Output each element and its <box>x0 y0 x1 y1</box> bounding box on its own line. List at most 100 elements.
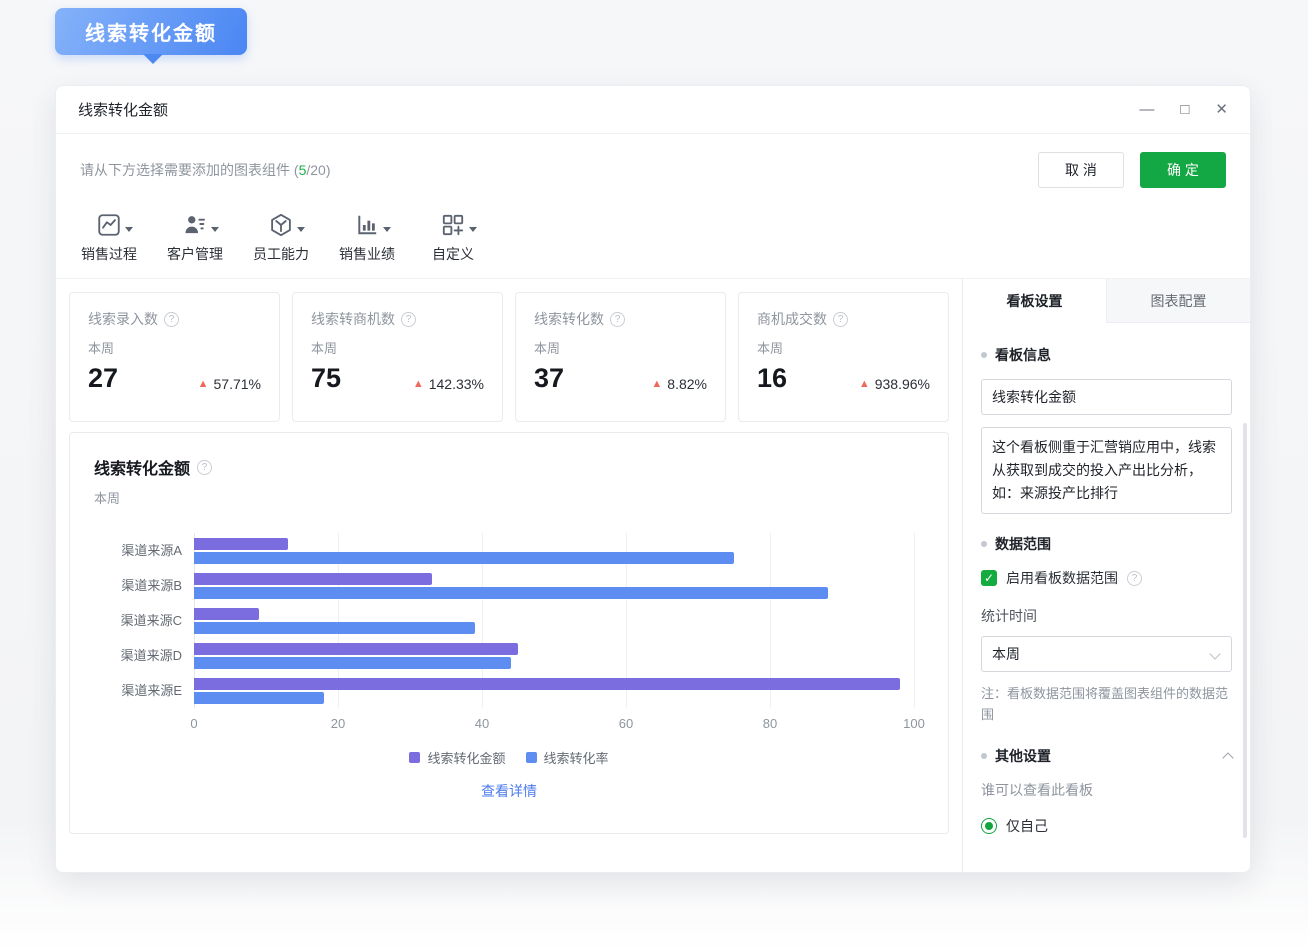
conversion-amount-chart-card[interactable]: 线索转化金额 ? 本周 渠道来源A渠道来源B渠道来源C渠道来源D渠道来源E 02… <box>69 432 949 834</box>
maximize-icon[interactable]: □ <box>1180 102 1189 117</box>
checkbox-checked-icon[interactable]: ✓ <box>981 570 997 586</box>
x-axis-tick-label: 0 <box>190 716 197 731</box>
stat-card-leads-converted[interactable]: 线索转化数? 本周 37 ▲8.82% <box>515 292 726 422</box>
section-title: 其他设置 <box>995 746 1051 766</box>
x-axis-tick-label: 80 <box>763 716 777 731</box>
increase-triangle-icon: ▲ <box>859 378 870 390</box>
chart-category-label: 渠道来源D <box>94 638 194 673</box>
enable-data-range-checkbox[interactable]: ✓ 启用看板数据范围 ? <box>981 568 1232 588</box>
hint-text: 请从下方选择需要添加的图表组件 <box>80 162 290 178</box>
chevron-down-icon <box>297 227 305 236</box>
bar-线索转化金额 <box>194 608 259 620</box>
tab-board-settings[interactable]: 看板设置 <box>963 279 1106 323</box>
stat-card-title: 商机成交数 <box>757 309 827 329</box>
stat-card-period: 本周 <box>757 338 930 357</box>
count-total: /20) <box>306 162 330 178</box>
panel-scrollbar[interactable] <box>1243 423 1247 838</box>
board-description-textarea[interactable]: 这个看板侧重于汇营销应用中，线索从获取到成交的投入产出比分析，如：来源投产比排行 <box>981 427 1232 514</box>
bar-线索转化率 <box>194 657 511 669</box>
chart-category-label: 渠道来源B <box>94 568 194 603</box>
toolbar-item-sales-process[interactable]: 销售过程 <box>80 206 138 264</box>
stat-card-title: 线索转商机数 <box>311 309 395 329</box>
dialog-title: 线索转化金额 <box>78 99 168 120</box>
stat-card-leads-entered[interactable]: 线索录入数? 本周 27 ▲ 57.71% <box>69 292 280 422</box>
help-icon[interactable]: ? <box>401 312 416 327</box>
stat-time-select[interactable]: 本周 <box>981 636 1232 672</box>
toolbar-item-sales-performance[interactable]: 销售业绩 <box>338 206 396 264</box>
visibility-radio-only-me[interactable]: 仅自己 <box>981 816 1232 836</box>
stat-card-delta: 142.33% <box>429 376 484 392</box>
stat-card-delta: 57.71% <box>214 376 261 392</box>
settings-panel-tabs: 看板设置 图表配置 <box>963 279 1250 323</box>
toolbar-item-custom[interactable]: 自定义 <box>424 206 482 264</box>
bar-线索转化金额 <box>194 538 288 550</box>
close-icon[interactable]: ✕ <box>1215 102 1228 117</box>
stat-card-title: 线索转化数 <box>534 309 604 329</box>
chart-component-toolbar: 销售过程 客户管理 <box>56 198 1250 279</box>
legend-item[interactable]: 线索转化金额 <box>409 748 505 767</box>
x-axis-tick-label: 20 <box>331 716 345 731</box>
help-icon[interactable]: ? <box>197 460 212 475</box>
help-icon[interactable]: ? <box>1127 571 1142 586</box>
toolbar-item-label: 客户管理 <box>167 244 223 264</box>
help-icon[interactable]: ? <box>164 312 179 327</box>
toolbar-item-customer-mgmt[interactable]: 客户管理 <box>166 206 224 264</box>
stat-card-value: 27 <box>88 363 118 394</box>
stat-card-title: 线索录入数 <box>88 309 158 329</box>
view-details-link[interactable]: 查看详情 <box>94 781 924 801</box>
section-title: 看板信息 <box>995 345 1051 365</box>
bar-线索转化金额 <box>194 678 900 690</box>
stat-card-period: 本周 <box>311 338 484 357</box>
stat-cards-row: 线索录入数? 本周 27 ▲57.71% 线索转商机数? 本周 75 ▲142.… <box>69 292 949 422</box>
minimize-icon[interactable]: — <box>1139 102 1154 117</box>
bar-线索转化金额 <box>194 573 432 585</box>
cancel-button[interactable]: 取 消 <box>1038 152 1124 188</box>
customer-icon <box>182 206 208 238</box>
stat-card-leads-to-opportunity[interactable]: 线索转商机数? 本周 75 ▲142.33% <box>292 292 503 422</box>
board-settings-dialog: 线索转化金额 — □ ✕ 请从下方选择需要添加的图表组件 (5/20) 取 消 … <box>55 85 1251 873</box>
legend-item[interactable]: 线索转化率 <box>526 748 609 767</box>
board-name-input[interactable]: 线索转化金额 <box>981 379 1232 415</box>
x-axis-tick-label: 100 <box>903 716 925 731</box>
chart-plot-area <box>194 533 914 708</box>
radio-selected-icon[interactable] <box>981 818 997 834</box>
chevron-up-icon[interactable] <box>1222 752 1233 763</box>
stat-card-deals-won[interactable]: 商机成交数? 本周 16 ▲938.96% <box>738 292 949 422</box>
window-controls: — □ ✕ <box>1139 102 1228 117</box>
toolbar-item-staff-ability[interactable]: 员工能力 <box>252 206 310 264</box>
bullet-icon <box>981 352 987 358</box>
legend-label: 线索转化金额 <box>427 748 505 767</box>
tab-chart-config[interactable]: 图表配置 <box>1106 279 1250 323</box>
data-range-note: 注：看板数据范围将覆盖图表组件的数据范围 <box>981 684 1232 726</box>
custom-widget-icon <box>440 206 466 238</box>
chevron-down-icon <box>211 227 219 236</box>
bullet-icon <box>981 541 987 547</box>
bar-chart-icon <box>354 206 380 238</box>
board-name-tag: 线索转化金额 <box>55 8 247 55</box>
bar-chart: 渠道来源A渠道来源B渠道来源C渠道来源D渠道来源E <box>94 533 924 708</box>
dialog-header-row: 请从下方选择需要添加的图表组件 (5/20) 取 消 确 定 <box>56 134 1250 198</box>
confirm-button[interactable]: 确 定 <box>1140 152 1226 188</box>
bar-group <box>194 638 914 673</box>
help-icon[interactable]: ? <box>610 312 625 327</box>
radio-label: 仅自己 <box>1006 816 1048 836</box>
toolbar-item-label: 自定义 <box>432 244 474 264</box>
settings-panel: 看板设置 图表配置 看板信息 线索转化金额 这个看板侧重于汇营销应用中，线索从获… <box>962 279 1250 872</box>
bullet-icon <box>981 753 987 759</box>
increase-triangle-icon: ▲ <box>413 378 424 390</box>
chart-category-label: 渠道来源E <box>94 673 194 708</box>
chart-title: 线索转化金额 <box>94 455 190 479</box>
toolbar-item-label: 销售过程 <box>81 244 137 264</box>
section-title: 数据范围 <box>995 534 1051 554</box>
visibility-label: 谁可以查看此看板 <box>981 780 1232 800</box>
chart-legend: 线索转化金额 线索转化率 <box>94 748 924 767</box>
increase-triangle-icon: ▲ <box>198 378 209 390</box>
increase-triangle-icon: ▲ <box>651 378 662 390</box>
help-icon[interactable]: ? <box>833 312 848 327</box>
stat-card-value: 37 <box>534 363 564 394</box>
stat-card-delta: 8.82% <box>667 376 707 392</box>
stat-card-period: 本周 <box>88 338 261 357</box>
stat-time-label: 统计时间 <box>981 606 1232 626</box>
checkbox-label: 启用看板数据范围 <box>1006 568 1118 588</box>
chevron-down-icon <box>469 227 477 236</box>
